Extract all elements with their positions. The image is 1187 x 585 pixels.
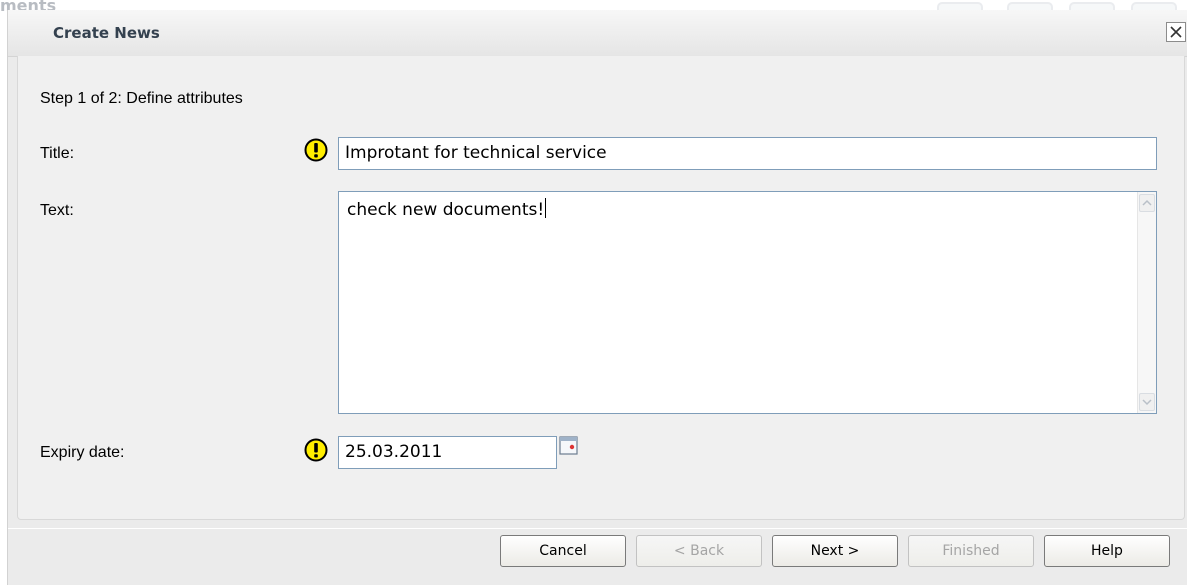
scroll-up-arrow[interactable] (1139, 194, 1155, 212)
calendar-icon (559, 436, 578, 455)
close-button[interactable] (1166, 22, 1186, 42)
text-label: Text: (40, 202, 74, 219)
chevron-up-icon (1142, 199, 1152, 206)
expiry-date-input[interactable]: 25.03.2011 (338, 436, 557, 469)
chevron-down-icon (1142, 399, 1152, 406)
warning-icon (304, 438, 328, 462)
finished-button[interactable]: Finished (908, 535, 1034, 567)
help-button[interactable]: Help (1044, 535, 1170, 567)
step-indicator: Step 1 of 2: Define attributes (40, 90, 243, 107)
text-area-scrollbar[interactable] (1137, 192, 1156, 413)
text-caret (545, 198, 547, 218)
footer-divider (8, 528, 1187, 529)
date-picker-button[interactable] (558, 435, 580, 457)
expiry-date-label: Expiry date: (40, 444, 125, 461)
text-area[interactable]: check new documents! (338, 191, 1157, 414)
title-label: Title: (40, 145, 75, 162)
cancel-button[interactable]: Cancel (500, 535, 626, 567)
dialog-title: Create News (53, 24, 160, 42)
back-button[interactable]: < Back (636, 535, 762, 567)
next-button[interactable]: Next > (772, 535, 898, 567)
dialog-titlebar: Create News (8, 10, 1187, 57)
scroll-down-arrow[interactable] (1139, 393, 1155, 411)
title-input[interactable]: Improtant for technical service (338, 137, 1157, 170)
text-area-content: check new documents! (347, 198, 547, 220)
close-icon (1170, 26, 1182, 38)
warning-icon (304, 138, 328, 162)
